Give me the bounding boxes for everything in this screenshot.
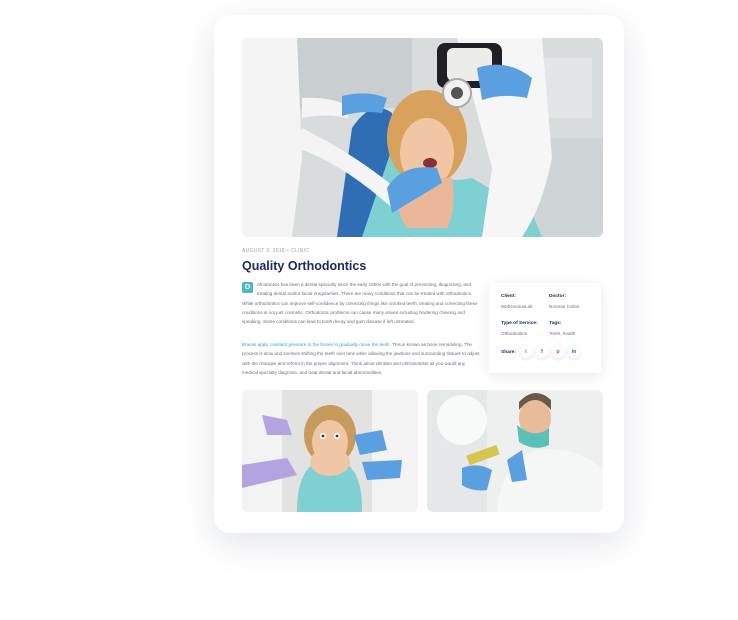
client-value: WebGeniusLab — [501, 304, 533, 309]
project-info-box: Client: WebGeniusLab Doctor: Norman Coli… — [489, 283, 601, 373]
hero-image — [242, 38, 603, 237]
pinterest-icon[interactable]: p — [552, 346, 564, 358]
gallery-image-1[interactable] — [242, 390, 418, 512]
client-label: Client: — [501, 294, 516, 299]
post-date: AUGUST 2, 2018 — [242, 248, 286, 254]
post-paragraph-2: Braces apply constant pressure to the bo… — [242, 340, 482, 377]
post-paragraph-1: Orthodontics has been a dental specialty… — [242, 280, 482, 326]
doctor-value: Norman Colins — [549, 304, 580, 309]
service-value: Orthodontics — [501, 331, 528, 336]
service-label: Type of Service: — [501, 321, 538, 326]
linkedin-icon[interactable]: in — [568, 346, 580, 358]
twitter-icon[interactable]: t — [520, 346, 532, 358]
meta-separator: • — [287, 248, 290, 254]
post-meta: AUGUST 2, 2018 • CLINIC — [242, 248, 309, 254]
tags-value[interactable]: Teeth, health — [549, 331, 575, 336]
paragraph-1-text: rthodontics has been a dental specialty … — [242, 282, 478, 325]
share-label: Share: — [501, 350, 516, 355]
tags-label: Tags: — [549, 321, 562, 326]
blog-post-card: AUGUST 2, 2018 • CLINIC Quality Orthodonti… — [214, 15, 624, 533]
facebook-icon[interactable]: f — [536, 346, 548, 358]
doctor-label: Doctor: — [549, 294, 567, 299]
dropcap-letter: O — [242, 282, 253, 293]
gallery-image-2[interactable] — [427, 390, 603, 512]
post-category[interactable]: CLINIC — [291, 248, 309, 254]
post-title: Quality Orthodontics — [242, 259, 367, 273]
highlighted-text: Braces apply constant pressure to the bo… — [242, 342, 391, 347]
